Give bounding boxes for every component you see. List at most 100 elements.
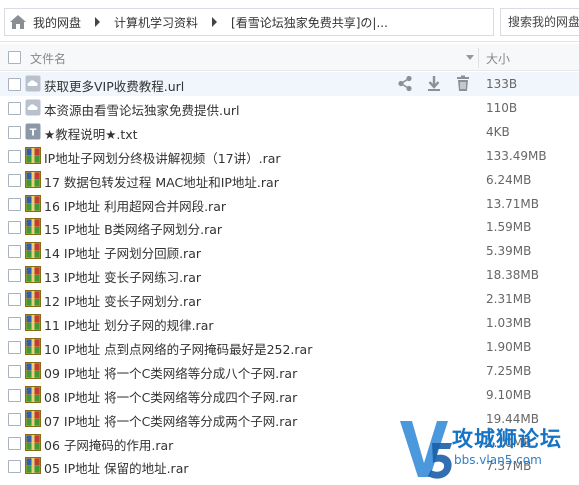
sort-arrow-icon[interactable]	[466, 55, 474, 60]
link-file-icon	[25, 99, 41, 116]
file-name[interactable]: 15 IP地址 B类网络子网划分.rar	[44, 219, 222, 238]
rar-archive-icon	[25, 290, 41, 308]
rar-archive-icon	[25, 170, 41, 188]
file-name[interactable]: 本资源由看雪论坛独家免费提供.url	[44, 100, 240, 119]
file-name[interactable]: 16 IP地址 利用超网合并网段.rar	[44, 196, 226, 215]
rar-archive-icon	[25, 242, 41, 260]
column-header-size[interactable]: 大小	[486, 50, 510, 67]
row-checkbox[interactable]	[8, 293, 21, 307]
file-name[interactable]: 17 数据包转发过程 MAC地址和IP地址.rar	[44, 172, 279, 191]
file-name[interactable]: 06 子网掩码的作用.rar	[44, 435, 173, 454]
file-row[interactable]: 16 IP地址 利用超网合并网段.rar 13.71MB	[0, 192, 579, 216]
file-row[interactable]: 15 IP地址 B类网络子网划分.rar 1.59MB	[0, 215, 579, 239]
row-checkbox[interactable]	[8, 78, 21, 91]
row-checkbox[interactable]	[8, 149, 21, 163]
rar-archive-icon	[25, 194, 41, 212]
file-name[interactable]: 05 IP地址 保留的地址.rar	[44, 458, 189, 477]
file-name[interactable]: 07 IP地址 将一个C类网络等分成两个子网.rar	[44, 411, 297, 430]
file-size: 7.25MB	[486, 363, 532, 378]
link-file-icon	[25, 75, 41, 92]
file-name[interactable]: 09 IP地址 将一个C类网络等分成八个子网.rar	[44, 363, 297, 382]
watermark-url: bbs.vlan5.com	[454, 453, 542, 467]
file-size: 5.39MB	[486, 244, 532, 259]
file-size: 9.10MB	[486, 387, 532, 402]
row-checkbox[interactable]	[8, 436, 21, 450]
file-name[interactable]: 12 IP地址 变长子网划分.rar	[44, 291, 201, 310]
file-name[interactable]: 08 IP地址 将一个C类网络等分成四个子网.rar	[44, 387, 297, 406]
delete-icon[interactable]	[455, 75, 471, 92]
rar-archive-icon	[25, 433, 41, 451]
column-header-name[interactable]: 文件名	[30, 50, 66, 67]
file-size: 133B	[486, 77, 518, 91]
v5-logo-icon	[400, 421, 452, 479]
file-row[interactable]: 12 IP地址 变长子网划分.rar 2.31MB	[0, 287, 579, 311]
watermark-logo: 攻城狮论坛 bbs.vlan5.com	[396, 413, 579, 485]
rar-archive-icon	[25, 457, 41, 475]
rar-archive-icon	[25, 146, 41, 164]
row-checkbox[interactable]	[8, 460, 21, 474]
breadcrumb-item-current: [看雪论坛独家免费共享]の|...	[231, 15, 388, 30]
file-row[interactable]: 09 IP地址 将一个C类网络等分成八个子网.rar 7.25MB	[0, 359, 579, 383]
rar-archive-icon	[25, 218, 41, 236]
row-checkbox[interactable]	[8, 412, 21, 426]
file-row[interactable]: 17 数据包转发过程 MAC地址和IP地址.rar 6.24MB	[0, 168, 579, 192]
home-icon[interactable]	[9, 14, 27, 30]
breadcrumb-item-root[interactable]: 我的网盘	[33, 14, 81, 31]
file-name[interactable]: 13 IP地址 变长子网练习.rar	[44, 267, 201, 286]
file-row[interactable]: 获取更多VIP收费教程.url 133B	[0, 72, 579, 96]
file-row[interactable]: 10 IP地址 点到点网络的子网掩码最好是252.rar 1.90MB	[0, 335, 579, 359]
rar-archive-icon	[25, 314, 41, 331]
file-size: 6.24MB	[486, 172, 532, 187]
row-checkbox[interactable]	[8, 173, 21, 187]
file-name[interactable]: 14 IP地址 子网划分回顾.rar	[44, 243, 201, 262]
row-checkbox[interactable]	[8, 364, 21, 378]
file-row[interactable]: IP地址子网划分终极讲解视频（17讲）.rar 133.49MB	[0, 144, 579, 168]
file-size: 18.38MB	[486, 268, 539, 283]
file-size: 1.59MB	[486, 220, 532, 235]
file-size: 13.71MB	[486, 196, 539, 211]
rar-archive-icon	[25, 361, 41, 379]
file-name[interactable]: 11 IP地址 划分子网的规律.rar	[44, 315, 214, 334]
share-icon[interactable]	[397, 75, 413, 92]
row-checkbox[interactable]	[8, 340, 21, 354]
row-checkbox[interactable]	[8, 197, 21, 211]
breadcrumb: 我的网盘 计算机学习资料 [看雪论坛独家免费共享]の|...	[4, 8, 494, 36]
row-checkbox[interactable]	[8, 101, 21, 115]
chevron-right-icon	[212, 17, 218, 27]
file-row[interactable]: 13 IP地址 变长子网练习.rar 18.38MB	[0, 263, 579, 287]
file-size: 110B	[486, 100, 518, 115]
file-row[interactable]: T ★教程说明★.txt 4KB	[0, 120, 579, 144]
file-row[interactable]: 14 IP地址 子网划分回顾.rar 5.39MB	[0, 239, 579, 263]
breadcrumb-item-folder[interactable]: 计算机学习资料	[114, 14, 198, 31]
chevron-right-icon	[95, 17, 101, 27]
file-row[interactable]: 本资源由看雪论坛独家免费提供.url 110B	[0, 96, 579, 120]
watermark-text: 攻城狮论坛	[452, 427, 562, 451]
row-checkbox[interactable]	[8, 317, 21, 330]
file-table-header: 文件名 大小	[0, 44, 579, 71]
rar-archive-icon	[25, 266, 41, 284]
search-box[interactable]: 搜索我的网盘	[500, 8, 579, 36]
file-size: 1.90MB	[486, 339, 532, 354]
row-checkbox[interactable]	[8, 125, 21, 139]
row-checkbox[interactable]	[8, 245, 21, 259]
download-icon[interactable]	[426, 75, 442, 92]
row-checkbox[interactable]	[8, 388, 21, 402]
row-checkbox[interactable]	[8, 269, 21, 283]
file-name[interactable]: 10 IP地址 点到点网络的子网掩码最好是252.rar	[44, 339, 312, 358]
file-size: 2.31MB	[486, 292, 532, 307]
row-checkbox[interactable]	[8, 221, 21, 235]
file-name[interactable]: 获取更多VIP收费教程.url	[44, 76, 184, 95]
file-name[interactable]: ★教程说明★.txt	[44, 124, 138, 143]
column-divider	[478, 48, 479, 68]
file-row[interactable]: 11 IP地址 划分子网的规律.rar 1.03MB	[0, 311, 579, 335]
svg-text:T: T	[30, 127, 37, 138]
rar-archive-icon	[25, 337, 41, 355]
rar-archive-icon	[25, 385, 41, 403]
rar-archive-icon	[25, 409, 41, 427]
row-actions	[397, 75, 471, 92]
file-name[interactable]: IP地址子网划分终极讲解视频（17讲）.rar	[44, 148, 281, 167]
file-row[interactable]: 08 IP地址 将一个C类网络等分成四个子网.rar 9.10MB	[0, 383, 579, 407]
file-size: 1.03MB	[486, 316, 532, 330]
select-all-checkbox[interactable]	[8, 51, 21, 64]
file-size: 133.49MB	[486, 148, 547, 163]
